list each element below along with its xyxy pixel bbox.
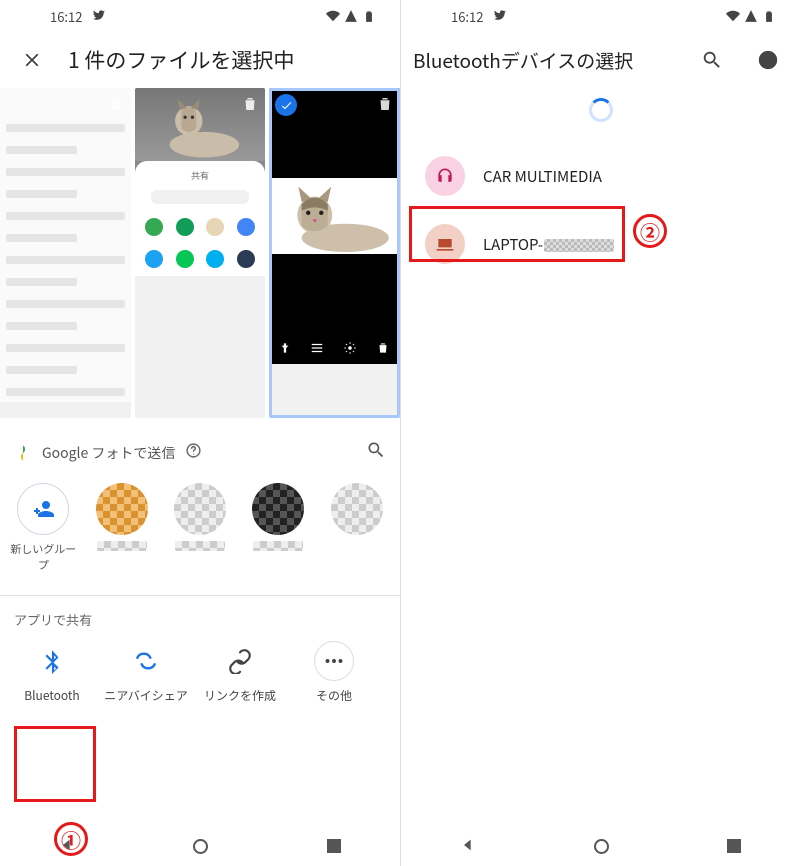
contact-item[interactable]	[86, 483, 156, 573]
help-button[interactable]	[748, 40, 788, 80]
loading-spinner	[589, 98, 613, 122]
search-icon[interactable]	[366, 440, 386, 465]
nav-back[interactable]	[59, 834, 75, 858]
thumbnail-1[interactable]	[0, 88, 131, 418]
laptop-icon	[425, 224, 465, 264]
cat-image	[154, 88, 245, 161]
phone-left: 16:12 1 件のファイルを選択中	[0, 0, 400, 866]
close-button[interactable]	[12, 40, 52, 80]
status-time: 16:12	[50, 7, 82, 26]
divider	[0, 595, 400, 596]
bluetooth-icon	[32, 641, 72, 681]
nav-recent[interactable]	[727, 839, 741, 853]
twitter-icon	[493, 7, 507, 26]
status-bar: 16:12	[0, 0, 400, 32]
new-group-label: 新しいグループ	[8, 541, 78, 573]
nav-recent[interactable]	[327, 839, 341, 853]
close-icon	[21, 49, 43, 71]
trash-icon	[241, 94, 259, 112]
bluetooth-label: Bluetooth	[24, 687, 79, 704]
nav-home[interactable]	[594, 839, 609, 854]
search-button[interactable]	[692, 40, 732, 80]
redacted-name	[544, 239, 614, 252]
contact-item[interactable]	[165, 483, 235, 573]
more-label: その他	[316, 687, 352, 704]
headphones-icon	[425, 156, 465, 196]
google-photos-icon	[14, 444, 32, 462]
bt-header: Bluetoothデバイスの選択	[401, 32, 800, 88]
link-icon	[220, 641, 260, 681]
annotation-box-1	[14, 726, 96, 802]
contact-item[interactable]	[322, 483, 392, 573]
thumbnail-3-selected[interactable]	[269, 88, 400, 418]
android-navbar	[401, 826, 800, 866]
trash-icon	[107, 94, 125, 112]
more-apps[interactable]: その他	[290, 641, 378, 704]
new-group-button[interactable]: 新しいグループ	[8, 483, 78, 573]
create-link-app[interactable]: リンクを作成	[196, 641, 284, 704]
share-apps-row: Bluetooth ニアバイシェア リンクを作成 その他	[0, 635, 400, 714]
nearby-share-label: ニアバイシェア	[104, 687, 188, 704]
create-link-label: リンクを作成	[204, 687, 276, 704]
contact-item[interactable]	[243, 483, 313, 573]
device-car-multimedia[interactable]: CAR MULTIMEDIA	[401, 142, 800, 210]
bt-header-title: Bluetoothデバイスの選択	[413, 47, 633, 74]
status-icons	[326, 9, 376, 23]
nearby-share-icon	[126, 641, 166, 681]
cat-photo	[269, 178, 400, 254]
device-laptop[interactable]: LAPTOP-	[401, 210, 800, 278]
status-time: 16:12	[451, 7, 483, 26]
share-contacts: 新しいグループ	[0, 465, 400, 591]
share-header: 1 件のファイルを選択中	[0, 32, 400, 88]
help-icon	[757, 49, 779, 71]
phone-right: 16:12 Bluetoothデバイスの選択 CAR MULTIMEDIA	[400, 0, 800, 866]
add-group-icon	[31, 497, 55, 521]
bluetooth-app[interactable]: Bluetooth	[8, 641, 96, 704]
help-icon[interactable]	[185, 442, 202, 464]
status-icons	[726, 9, 776, 23]
status-bar: 16:12	[401, 0, 800, 32]
nav-back[interactable]	[460, 834, 476, 858]
google-photos-send-row[interactable]: Google フォトで送信	[0, 440, 400, 465]
android-navbar	[0, 826, 400, 866]
header-title: 1 件のファイルを選択中	[68, 45, 294, 75]
trash-icon	[376, 94, 394, 112]
share-via-apps-label: アプリで共有	[0, 600, 400, 635]
search-icon	[701, 49, 723, 71]
google-photos-send-label: Google フォトで送信	[42, 443, 175, 463]
device-laptop-label: LAPTOP-	[483, 234, 614, 255]
file-thumbnails: 共有	[0, 88, 400, 426]
device-car-label: CAR MULTIMEDIA	[483, 166, 602, 187]
thumbnail-2[interactable]: 共有	[135, 88, 266, 418]
nav-home[interactable]	[193, 839, 208, 854]
more-icon	[314, 641, 354, 681]
nearby-share-app[interactable]: ニアバイシェア	[102, 641, 190, 704]
twitter-icon	[92, 7, 106, 26]
